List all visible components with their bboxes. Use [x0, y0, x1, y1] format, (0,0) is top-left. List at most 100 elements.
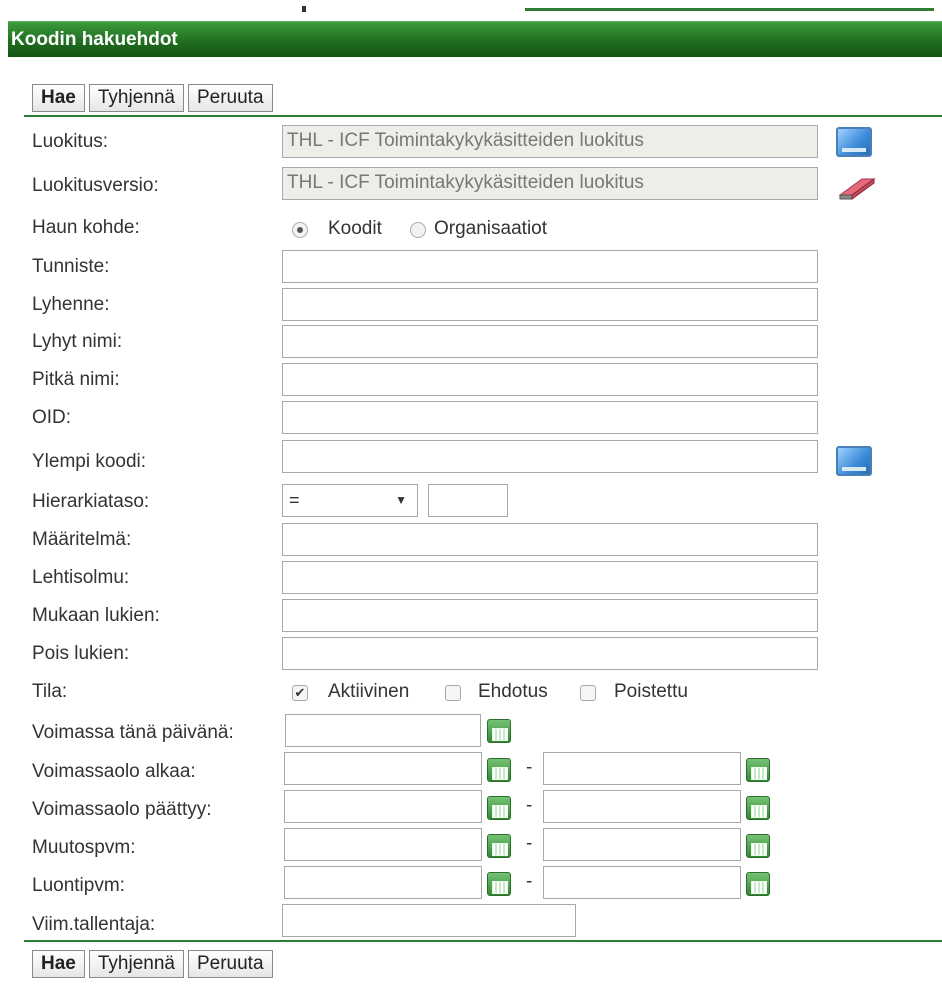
voimassaolo-alkaa-label: Voimassaolo alkaa:	[32, 761, 196, 782]
maaritelma-input[interactable]	[282, 523, 818, 556]
top-divider	[525, 8, 934, 11]
checkbox-poistettu-label: Poistettu	[614, 681, 688, 702]
luokitus-label: Luokitus:	[32, 131, 109, 152]
row-mukaan-lukien: Mukaan lukien:	[32, 599, 832, 633]
voimassaolo-paattyy-label: Voimassaolo päättyy:	[32, 799, 212, 820]
monitor-icon[interactable]	[836, 446, 872, 476]
luontipvm-from-input[interactable]	[284, 866, 482, 899]
mukaan-lukien-input[interactable]	[282, 599, 818, 632]
range-separator: -	[526, 833, 533, 854]
calendar-icon[interactable]	[746, 796, 770, 820]
radio-organisaatiot-label: Organisaatiot	[434, 218, 548, 239]
calendar-icon[interactable]	[746, 758, 770, 782]
voimassa-tana-paivana-label: Voimassa tänä päivänä:	[32, 722, 234, 743]
radio-organisaatiot[interactable]	[410, 222, 426, 238]
chevron-down-icon: ▼	[395, 493, 407, 507]
pois-lukien-input[interactable]	[282, 637, 818, 670]
calendar-icon[interactable]	[487, 758, 511, 782]
tunniste-label: Tunniste:	[32, 256, 110, 277]
calendar-icon[interactable]	[487, 872, 511, 896]
range-separator: -	[526, 795, 533, 816]
row-voimassaolo-alkaa: Voimassaolo alkaa: -	[32, 752, 832, 786]
luokitusversio-label: Luokitusversio:	[32, 175, 159, 196]
clear-button[interactable]: Tyhjennä	[88, 84, 184, 112]
radio-koodit-label: Koodit	[328, 218, 382, 239]
muutospvm-from-input[interactable]	[284, 828, 482, 861]
luontipvm-label: Luontipvm:	[32, 875, 125, 896]
cancel-button[interactable]: Peruuta	[187, 84, 273, 112]
row-lyhyt-nimi: Lyhyt nimi:	[32, 325, 832, 359]
row-tila: Tila: ✔ Aktiivinen Ehdotus Poistettu	[32, 676, 832, 710]
oid-label: OID:	[32, 407, 72, 428]
top-button-bar: Hae Tyhjennä Peruuta	[32, 84, 273, 112]
pitka-nimi-input[interactable]	[282, 363, 818, 396]
row-voimassaolo-paattyy: Voimassaolo päättyy: -	[32, 790, 832, 824]
checkbox-aktiivinen[interactable]: ✔	[292, 685, 308, 701]
luontipvm-to-input[interactable]	[543, 866, 741, 899]
search-button[interactable]: Hae	[32, 84, 85, 112]
row-ylempi-koodi: Ylempi koodi:	[32, 440, 912, 476]
muutospvm-to-input[interactable]	[543, 828, 741, 861]
calendar-icon[interactable]	[746, 834, 770, 858]
checkbox-poistettu[interactable]	[580, 685, 596, 701]
row-haun-kohde: Haun kohde: Koodit Organisaatiot	[32, 214, 732, 248]
calendar-icon[interactable]	[487, 796, 511, 820]
luokitus-field: THL - ICF Toimintakykykäsitteiden luokit…	[282, 125, 818, 158]
hierarkiataso-operator-select[interactable]: = ▼	[282, 484, 418, 517]
checkbox-ehdotus[interactable]	[445, 685, 461, 701]
row-lehtisolmu: Lehtisolmu:	[32, 561, 832, 595]
panel-title: Koodin hakuehdot	[8, 21, 942, 57]
top-separator	[24, 115, 942, 117]
monitor-icon[interactable]	[836, 127, 872, 157]
luokitusversio-field: THL - ICF Toimintakykykäsitteiden luokit…	[282, 167, 818, 200]
lehtisolmu-input[interactable]	[282, 561, 818, 594]
haun-kohde-label: Haun kohde:	[32, 217, 140, 238]
row-muutospvm: Muutospvm: -	[32, 828, 832, 862]
ylempi-koodi-input[interactable]	[282, 440, 818, 473]
pois-lukien-label: Pois lukien:	[32, 643, 130, 664]
lyhyt-nimi-input[interactable]	[282, 325, 818, 358]
search-button[interactable]: Hae	[32, 950, 85, 978]
row-hierarkiataso: Hierarkiataso: = ▼	[32, 484, 832, 518]
viim-tallentaja-label: Viim.tallentaja:	[32, 914, 156, 935]
ylempi-koodi-label: Ylempi koodi:	[32, 451, 147, 472]
viim-tallentaja-input[interactable]	[282, 904, 576, 937]
checkbox-ehdotus-label: Ehdotus	[478, 681, 548, 702]
checkbox-aktiivinen-label: Aktiivinen	[328, 681, 410, 702]
lyhenne-input[interactable]	[282, 288, 818, 321]
hierarkiataso-label: Hierarkiataso:	[32, 491, 150, 512]
calendar-icon[interactable]	[487, 719, 511, 743]
range-separator: -	[526, 757, 533, 778]
hierarkiataso-input[interactable]	[428, 484, 508, 517]
oid-input[interactable]	[282, 401, 818, 434]
row-viim-tallentaja: Viim.tallentaja:	[32, 904, 832, 938]
row-maaritelma: Määritelmä:	[32, 523, 832, 557]
lehtisolmu-label: Lehtisolmu:	[32, 567, 130, 588]
row-lyhenne: Lyhenne:	[32, 288, 832, 322]
pitka-nimi-label: Pitkä nimi:	[32, 369, 120, 390]
tunniste-input[interactable]	[282, 250, 818, 283]
clear-button[interactable]: Tyhjennä	[88, 950, 184, 978]
voimassa-tana-paivana-input[interactable]	[285, 714, 481, 747]
row-luontipvm: Luontipvm: -	[32, 866, 832, 900]
row-pitka-nimi: Pitkä nimi:	[32, 363, 832, 397]
voimassaolo-paattyy-to-input[interactable]	[543, 790, 741, 823]
row-luokitusversio: Luokitusversio: THL - ICF Toimintakykykä…	[32, 167, 912, 201]
lyhenne-label: Lyhenne:	[32, 294, 110, 315]
muutospvm-label: Muutospvm:	[32, 837, 136, 858]
voimassaolo-paattyy-from-input[interactable]	[284, 790, 482, 823]
tila-label: Tila:	[32, 681, 68, 702]
row-pois-lukien: Pois lukien:	[32, 637, 832, 671]
voimassaolo-alkaa-to-input[interactable]	[543, 752, 741, 785]
calendar-icon[interactable]	[487, 834, 511, 858]
row-tunniste: Tunniste:	[32, 250, 832, 284]
bottom-button-bar: Hae Tyhjennä Peruuta	[32, 950, 273, 978]
radio-koodit[interactable]	[292, 222, 308, 238]
eraser-icon[interactable]	[836, 173, 878, 201]
calendar-icon[interactable]	[746, 872, 770, 896]
cancel-button[interactable]: Peruuta	[187, 950, 273, 978]
voimassaolo-alkaa-from-input[interactable]	[284, 752, 482, 785]
row-luokitus: Luokitus: THL - ICF Toimintakykykäsittei…	[32, 125, 912, 159]
bottom-separator	[24, 940, 942, 942]
hierarkiataso-operator-value: =	[289, 490, 300, 510]
